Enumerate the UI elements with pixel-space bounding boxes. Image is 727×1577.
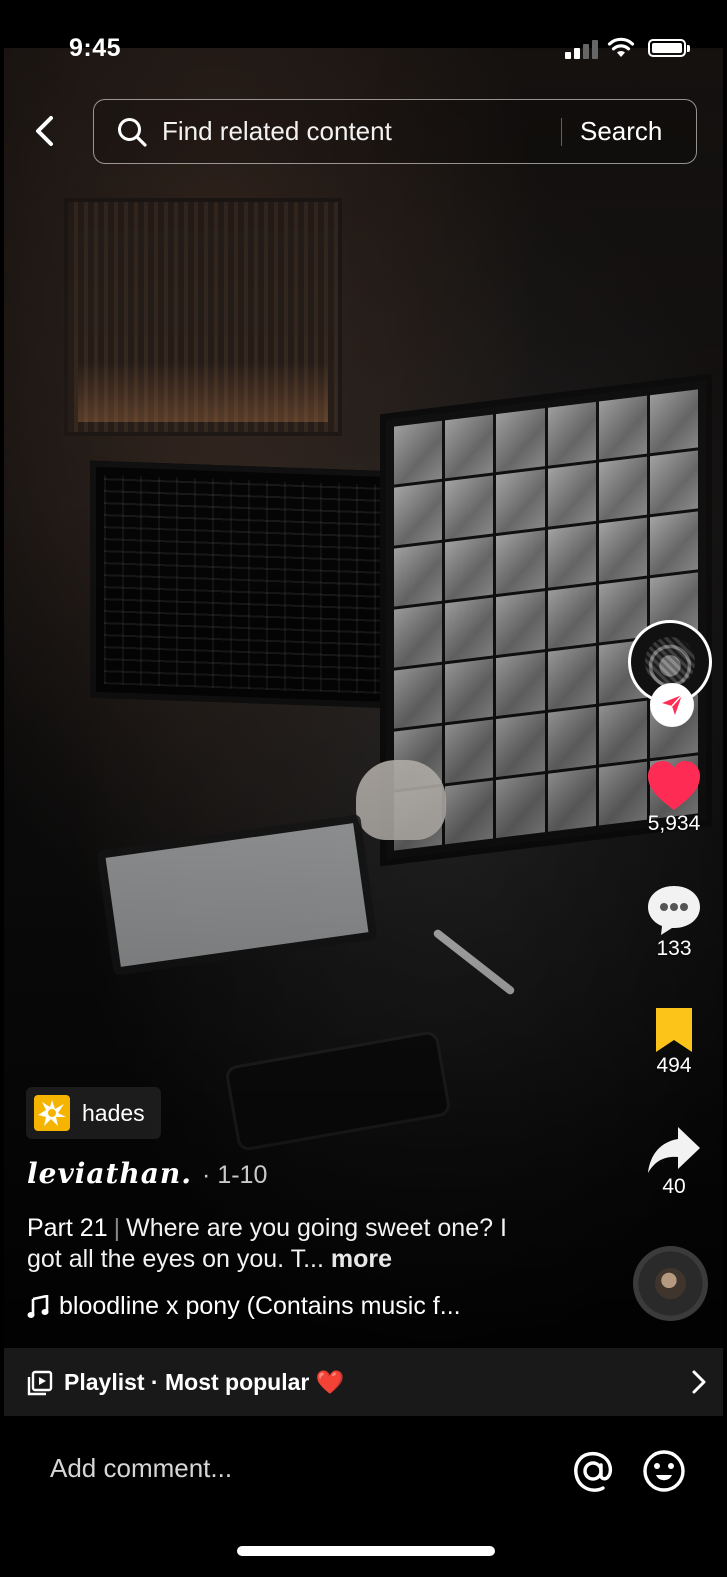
emoji-icon[interactable] [642,1449,686,1493]
sound-link[interactable]: bloodline x pony (Contains music f... [27,1292,461,1321]
comment-input[interactable] [50,1440,530,1496]
music-disc[interactable] [633,1246,708,1321]
caption-more-link[interactable]: more [331,1245,392,1273]
send-arrow-icon [662,694,683,715]
bookmark-icon [656,1008,692,1052]
effect-burst-icon [34,1095,70,1131]
wifi-icon [607,37,635,57]
back-chevron-icon[interactable] [28,113,64,149]
effect-tag[interactable]: hades [26,1087,161,1139]
playlist-icon [27,1370,53,1396]
music-note-icon [27,1294,49,1318]
sound-title: bloodline x pony (Contains music f... [59,1292,461,1320]
search-divider [561,118,562,146]
share-arrow-icon [648,1127,700,1173]
search-button[interactable]: Search [580,100,662,162]
author-episode-range: · 1-10 [202,1161,268,1189]
home-indicator[interactable] [237,1546,495,1556]
share-count: 40 [662,1175,686,1198]
author-row: leviathan. · 1-10 [27,1157,267,1190]
cellular-signal-icon [565,40,601,59]
status-bar: 9:45 [0,0,727,62]
comment-button[interactable]: 133 [634,883,714,961]
status-time: 9:45 [69,34,122,62]
search-icon [118,118,147,147]
share-button[interactable]: 40 [634,1125,714,1199]
mention-at-icon[interactable] [571,1449,615,1493]
chevron-right-icon [692,1370,706,1394]
comment-bubble-icon [648,886,700,935]
video-feed-screen: 9:45 Search 5,934 [0,0,727,1577]
author-name[interactable]: leviathan. [27,1157,192,1190]
video-caption[interactable]: Part 21 | Where are you going sweet one? I… [27,1213,547,1275]
search-input[interactable] [162,100,542,162]
video-player[interactable] [4,48,723,1348]
comment-bar [0,1418,727,1528]
battery-icon [648,39,690,57]
comment-count: 133 [656,937,692,960]
heart-icon [648,761,700,810]
like-count: 5,934 [647,812,701,835]
effect-tag-label: hades [82,1099,145,1126]
save-count: 494 [656,1054,692,1077]
like-button[interactable]: 5,934 [634,760,714,836]
playlist-bar[interactable]: Playlist · Most popular ❤️ [4,1348,723,1416]
follow-button[interactable] [650,683,694,727]
search-bar[interactable]: Search [93,99,697,164]
playlist-label: Playlist · Most popular ❤️ [64,1369,345,1395]
save-button[interactable]: 494 [634,1006,714,1078]
caption-part: Part 21 [27,1214,108,1242]
